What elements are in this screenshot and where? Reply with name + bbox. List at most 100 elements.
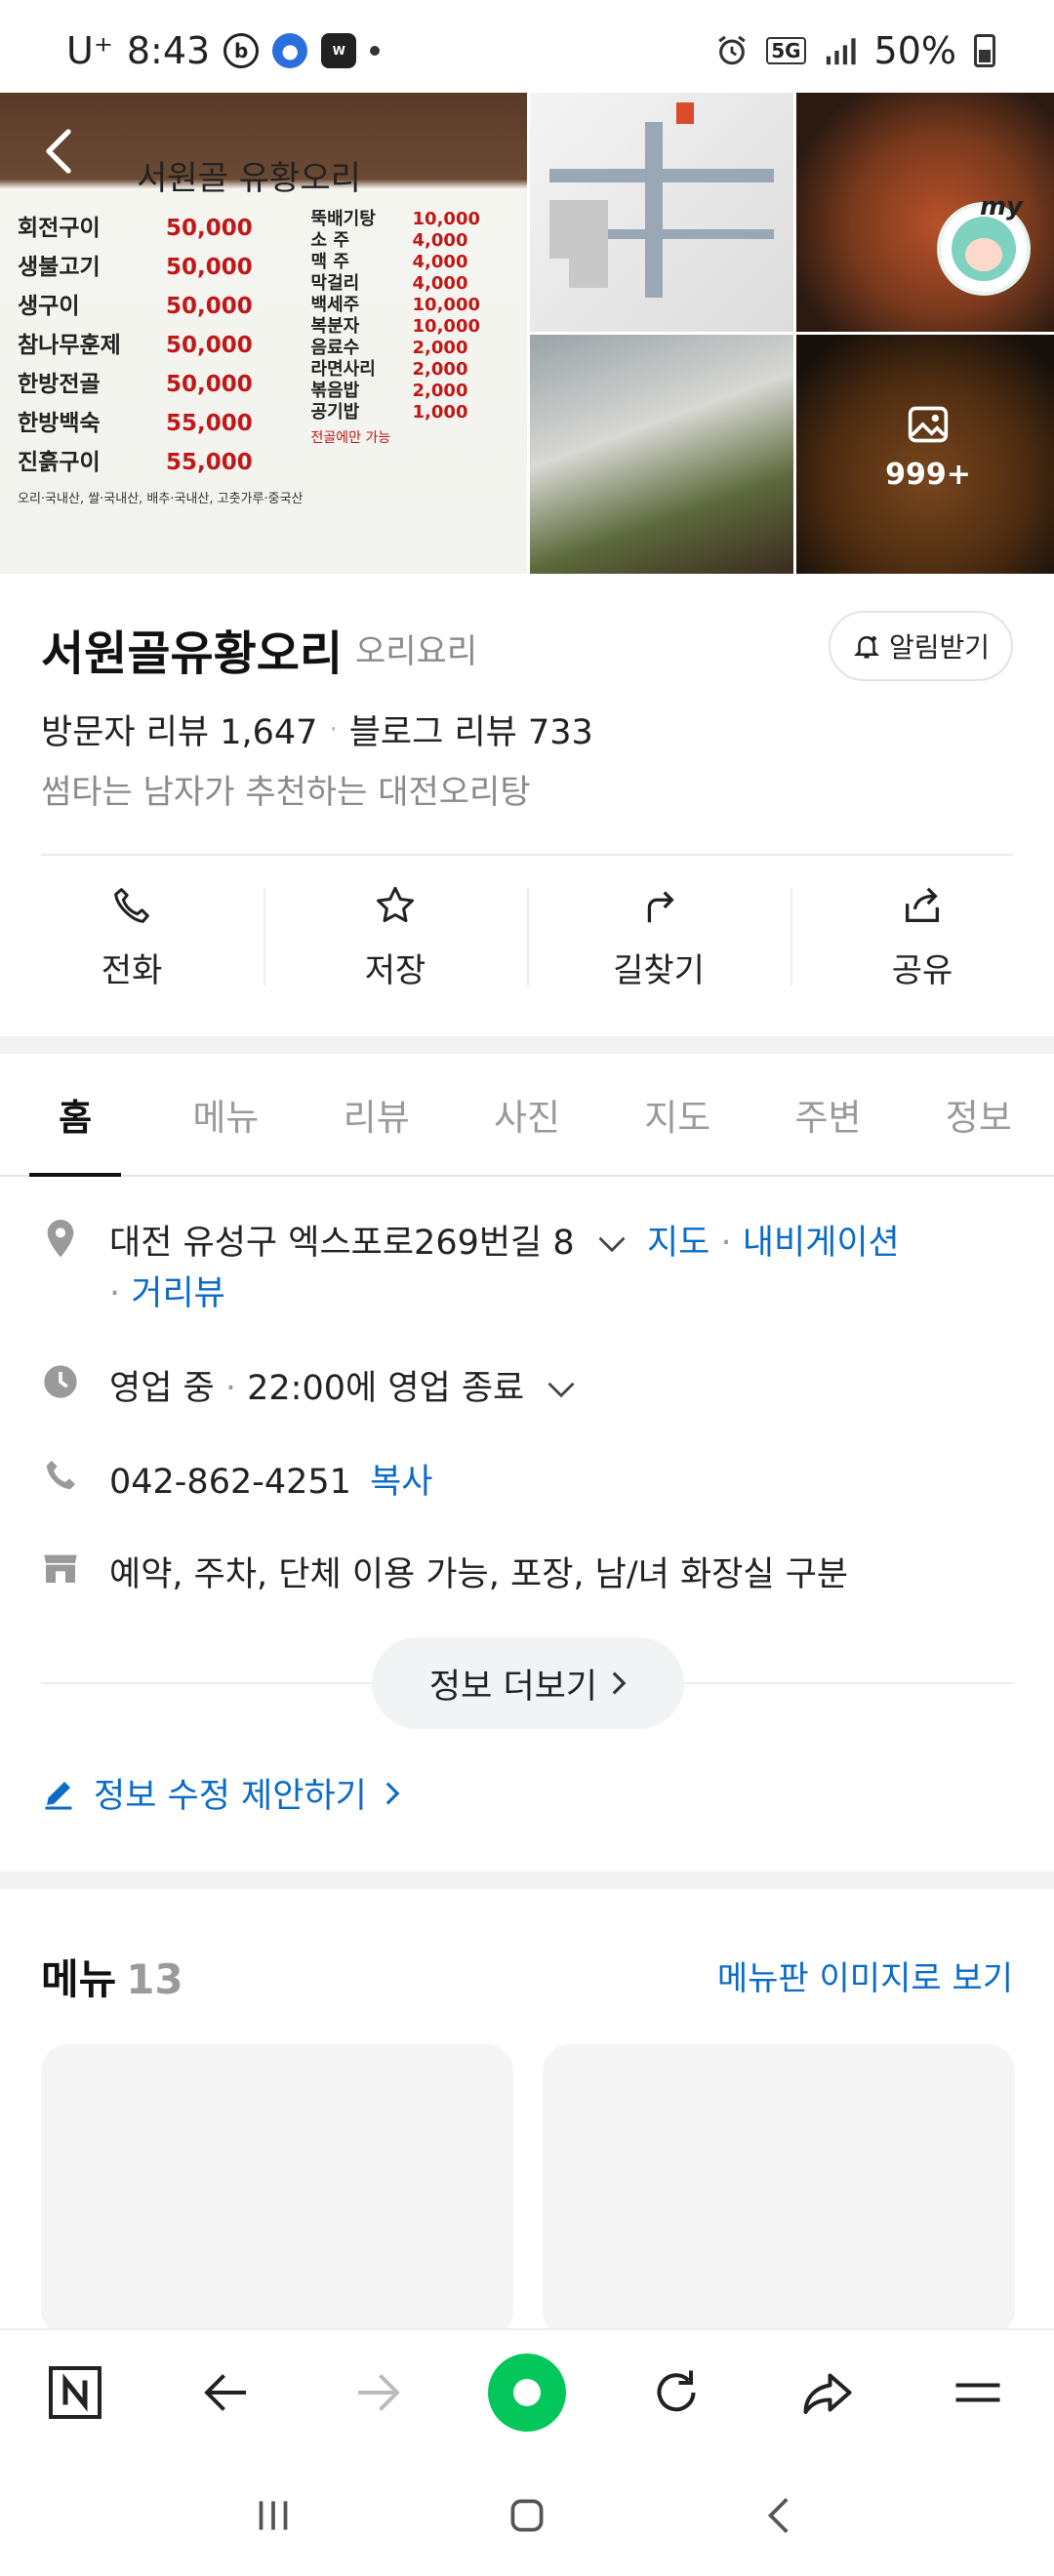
map-pin-app-icon: ● (272, 33, 308, 68)
tab-map[interactable]: 지도 (602, 1054, 752, 1175)
menu-board-row: 볶음밥 2,000 (311, 381, 480, 402)
menu-board-note: 전골에만 가능 (310, 430, 391, 446)
notify-button[interactable]: 알림받기 (828, 611, 1013, 681)
menu-board-item-name: 생불고기 (18, 255, 101, 280)
menu-card[interactable] (543, 2044, 1015, 2337)
menu-board-row: 생불고기 50,000 (18, 248, 253, 287)
visitor-review-link[interactable]: 방문자 리뷰 1,647 (41, 704, 317, 754)
home-icon[interactable] (503, 2491, 551, 2540)
image-icon (908, 406, 949, 443)
naver-n-button[interactable] (34, 2352, 116, 2434)
tab-photos[interactable]: 사진 (452, 1054, 602, 1175)
photo-menu-board[interactable]: 서원골 유황오리 회전구이 50,000 생불고기 50,000 생구이 50,000 참나… (0, 93, 527, 574)
menu-card[interactable] (41, 2044, 513, 2337)
recent-apps-icon[interactable] (249, 2491, 298, 2540)
hamburger-icon (955, 2383, 1000, 2402)
blog-review-link[interactable]: 블로그 리뷰 733 (349, 704, 593, 754)
place-name: 서원골유황오리 (41, 626, 344, 681)
system-back-icon[interactable] (756, 2491, 805, 2540)
status-bar: U⁺ 8:43 b ● W 5G 50% (0, 0, 1054, 93)
menu-board-row: 백세주 10,000 (311, 295, 480, 316)
photo-location-map[interactable] (530, 93, 793, 332)
street-view-link[interactable]: 거리뷰 (131, 1274, 225, 1313)
photo-more[interactable]: 999+ (796, 335, 1054, 574)
my-profile-avatar[interactable]: my (937, 192, 1031, 296)
photo-side-dishes[interactable] (530, 335, 793, 574)
save-button[interactable]: 저장 (264, 859, 527, 1015)
webtoon-icon: W (321, 33, 357, 68)
menu-board-row: 한방전골 50,000 (18, 365, 253, 404)
section-divider (0, 1872, 1054, 1889)
share-arrow-icon (803, 2373, 852, 2414)
navigation-link[interactable]: 내비게이션 (743, 1224, 900, 1263)
more-info-button[interactable]: 정보 더보기 (372, 1637, 684, 1729)
battery-percent: 50% (873, 29, 956, 72)
action-bar: 전화 저장 길찾기 공유 (0, 859, 1054, 1015)
menu-board-row: 맥 주 4,000 (311, 252, 480, 273)
menu-board-row: 생구이 50,000 (18, 287, 253, 326)
refresh-button[interactable] (635, 2352, 717, 2434)
menu-board-row: 라면사리 2,000 (311, 359, 480, 381)
save-label: 저장 (364, 950, 426, 990)
copy-phone-button[interactable]: 복사 (370, 1463, 432, 1502)
menu-board-item-price: 1,000 (412, 402, 468, 423)
menu-button[interactable] (937, 2352, 1019, 2434)
menu-board-item-name: 막걸리 (310, 273, 360, 294)
call-button[interactable]: 전화 (0, 859, 264, 1015)
carrier-label: U⁺ (66, 29, 113, 72)
store-icon (44, 1554, 77, 1583)
amenities-text: 예약, 주차, 단체 이용 가능, 포장, 남/녀 화장실 구분 (109, 1555, 849, 1594)
phone-number[interactable]: 042-862-4251 (109, 1463, 351, 1502)
green-home-button[interactable] (487, 2354, 566, 2432)
menu-board-item-name: 뚝배기탕 (310, 209, 376, 229)
clock: 8:43 (126, 29, 211, 72)
browser-forward-button[interactable] (337, 2352, 419, 2434)
chevron-right-icon (612, 1671, 627, 1695)
menu-board-item-name: 한방전골 (18, 372, 101, 397)
tab-info[interactable]: 정보 (904, 1054, 1054, 1175)
menu-board-row: 공기밥 1,000 (311, 402, 480, 423)
arrow-left-icon (204, 2374, 247, 2411)
separator-dot: · (224, 1369, 248, 1408)
tab-reviews[interactable]: 리뷰 (302, 1054, 452, 1175)
suggest-edit-label: 정보 수정 제안하기 (94, 1777, 367, 1816)
directions-button[interactable]: 길찾기 (527, 859, 790, 1015)
menu-board-item-price: 10,000 (412, 295, 480, 315)
share-page-button[interactable] (787, 2352, 869, 2434)
refresh-icon (657, 2370, 696, 2412)
place-category: 오리요리 (355, 632, 478, 671)
chevron-down-icon[interactable] (547, 1380, 576, 1399)
place-tagline: 썸타는 남자가 추천하는 대전오리탕 (41, 773, 531, 812)
menu-board-item-price: 55,000 (166, 411, 253, 436)
menu-board-item-name: 회전구이 (18, 216, 101, 241)
photo-gallery[interactable]: 서원골 유황오리 회전구이 50,000 생불고기 50,000 생구이 50,000 참나… (0, 93, 1054, 574)
tab-nearby[interactable]: 주변 (752, 1054, 903, 1175)
menu-board-item-price: 55,000 (166, 450, 253, 475)
suggest-edit-link[interactable]: 정보 수정 제안하기 (41, 1768, 400, 1818)
separator-dot: · (720, 1224, 743, 1263)
back-button[interactable] (39, 127, 78, 176)
bell-plus-icon (853, 636, 879, 659)
notify-label: 알림받기 (888, 631, 990, 664)
menu-board-item-price: 10,000 (412, 316, 480, 337)
menu-board-item-name: 라면사리 (310, 359, 376, 380)
menu-board-title: 서원골 유황오리 (137, 159, 361, 198)
map-link[interactable]: 지도 (647, 1224, 709, 1263)
share-button[interactable]: 공유 (790, 859, 1054, 1015)
chevron-down-icon[interactable] (597, 1234, 627, 1254)
battery-icon (974, 34, 995, 67)
naver-n-icon (49, 2366, 102, 2419)
tab-home[interactable]: 홈 (0, 1054, 150, 1177)
tab-menu[interactable]: 메뉴 (150, 1054, 301, 1175)
browser-back-button[interactable] (185, 2352, 267, 2434)
photo-count-label: 999+ (885, 458, 971, 492)
menu-board-item-price: 50,000 (166, 372, 253, 397)
menu-image-view-link[interactable]: 메뉴판 이미지로 보기 (717, 1952, 1013, 1999)
photo-duck-stew[interactable]: my (796, 93, 1054, 332)
address-text[interactable]: 대전 유성구 엑스포로269번길 8 (109, 1224, 575, 1263)
b-icon: b (223, 33, 260, 68)
menu-board-item-price: 10,000 (412, 209, 480, 229)
hours-row[interactable]: 영업 중 · 22:00에 영업 종료 (41, 1360, 1013, 1410)
menu-board-item-price: 50,000 (166, 216, 253, 241)
clock-icon (44, 1365, 77, 1398)
